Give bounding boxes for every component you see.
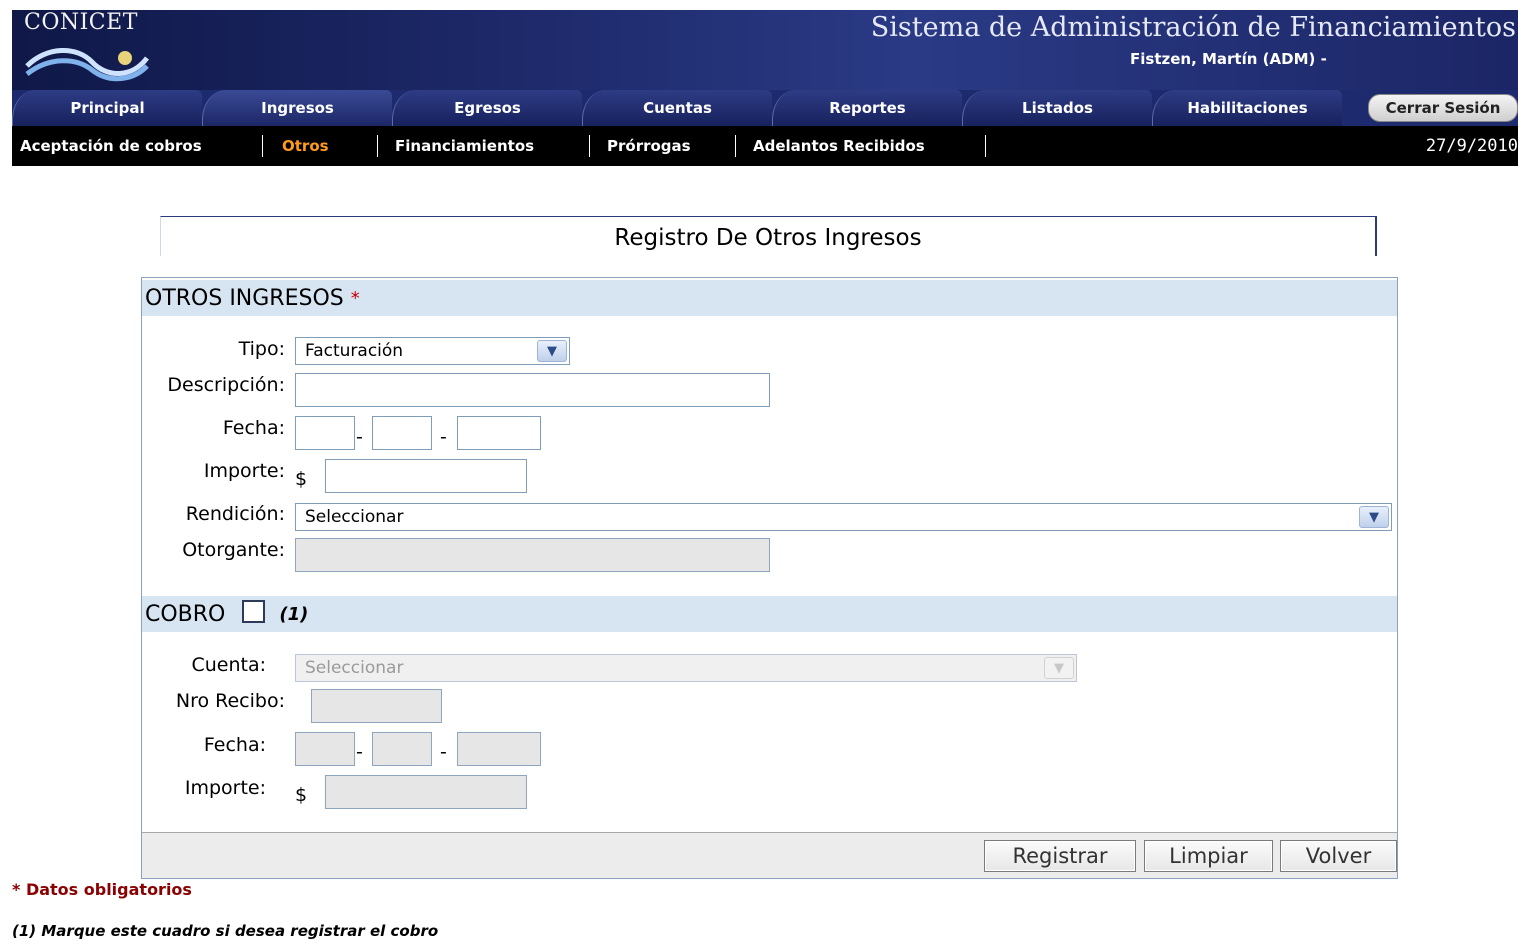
app-header: CONICET Sistema de Administración de Fin… (12, 10, 1518, 90)
currency-symbol: $ (295, 784, 308, 806)
cobro-importe-input[interactable] (325, 775, 527, 809)
subnav-separator (735, 135, 736, 157)
tab-listados[interactable]: Listados (962, 90, 1152, 126)
subnav-otros[interactable]: Otros (282, 137, 329, 155)
descripcion-input[interactable] (295, 373, 770, 407)
otorgante-label: Otorgante: (182, 539, 285, 561)
rendicion-select[interactable]: Seleccionar ▼ (295, 503, 1392, 531)
main-tabs: Principal Ingresos Egresos Cuentas Repor… (12, 90, 1518, 126)
cobro-importe-label: Importe: (184, 777, 266, 799)
importe-input[interactable] (325, 459, 527, 493)
required-fields-note: * Datos obligatorios (12, 880, 192, 899)
tab-cuentas[interactable]: Cuentas (582, 90, 772, 126)
recibo-input[interactable] (311, 689, 442, 723)
fecha-year-input[interactable] (457, 416, 541, 450)
limpiar-button[interactable]: Limpiar (1144, 840, 1273, 872)
tab-label: Principal (70, 99, 145, 117)
subnav-separator (985, 135, 986, 157)
user-name: Fistzen, Martín (ADM) - (1130, 50, 1327, 68)
subnav-aceptacion-cobros[interactable]: Aceptación de cobros (20, 137, 202, 155)
form-panel: OTROS INGRESOS * Tipo: Facturación ▼ Des… (141, 277, 1398, 879)
tab-label: Ingresos (261, 99, 334, 117)
subnav-separator (377, 135, 378, 157)
page-title-box: Registro De Otros Ingresos (160, 216, 1377, 256)
cobro-header: COBRO (1) (142, 596, 1397, 632)
tab-label: Habilitaciones (1187, 99, 1308, 117)
recibo-label: Nro Recibo: (175, 690, 285, 712)
descripcion-label: Descripción: (167, 374, 285, 396)
tab-principal[interactable]: Principal (12, 90, 202, 126)
cobro-fecha-month-input[interactable] (372, 732, 432, 766)
date-separator: - (356, 741, 363, 763)
subnav-separator (589, 135, 590, 157)
tab-label: Reportes (829, 99, 906, 117)
subnav-separator (262, 135, 263, 157)
tab-habilitaciones[interactable]: Habilitaciones (1152, 90, 1342, 126)
cobro-checkbox[interactable] (242, 599, 266, 623)
currency-symbol: $ (295, 468, 308, 490)
cuenta-selected-value: Seleccionar (305, 658, 404, 678)
page-title: Registro De Otros Ingresos (614, 225, 922, 251)
date-separator: - (356, 426, 363, 448)
logo-text: CONICET (24, 10, 138, 35)
section-title: COBRO (145, 601, 226, 627)
tab-ingresos[interactable]: Ingresos (202, 90, 392, 126)
cobro-note-ref: (1) (279, 603, 309, 625)
required-mark: * (350, 287, 360, 309)
fecha-month-input[interactable] (372, 416, 432, 450)
current-date: 27/9/2010 (1425, 136, 1518, 156)
tab-label: Listados (1022, 99, 1093, 117)
chevron-down-icon[interactable]: ▼ (1359, 506, 1389, 528)
tipo-label: Tipo: (238, 338, 285, 360)
tipo-selected-value: Facturación (305, 341, 404, 361)
conicet-logo-icon (25, 48, 149, 82)
cobro-fecha-label: Fecha: (203, 734, 266, 756)
tab-egresos[interactable]: Egresos (392, 90, 582, 126)
fecha-day-input[interactable] (295, 416, 355, 450)
registrar-button[interactable]: Registrar (984, 840, 1136, 872)
date-separator: - (440, 741, 447, 763)
chevron-down-icon[interactable]: ▼ (537, 340, 567, 362)
cuenta-select[interactable]: Seleccionar ▼ (295, 654, 1077, 682)
cobro-fecha-day-input[interactable] (295, 732, 355, 766)
subnav-adelantos-recibidos[interactable]: Adelantos Recibidos (753, 137, 925, 155)
date-separator: - (440, 426, 447, 448)
fecha-label: Fecha: (222, 417, 285, 439)
subnav-prorrogas[interactable]: Prórrogas (607, 137, 691, 155)
logout-button[interactable]: Cerrar Sesión (1368, 94, 1518, 122)
tab-label: Cuentas (643, 99, 712, 117)
tipo-select[interactable]: Facturación ▼ (295, 337, 570, 365)
rendicion-selected-value: Seleccionar (305, 507, 404, 527)
tab-label: Egresos (454, 99, 521, 117)
chevron-down-icon: ▼ (1044, 657, 1074, 679)
otros-ingresos-header: OTROS INGRESOS * (142, 280, 1397, 316)
importe-label: Importe: (203, 460, 285, 482)
cuenta-label: Cuenta: (191, 654, 266, 676)
system-title: Sistema de Administración de Financiamie… (870, 12, 1516, 43)
section-title: OTROS INGRESOS (145, 285, 344, 311)
subnav-financiamientos[interactable]: Financiamientos (395, 137, 534, 155)
cobro-fecha-year-input[interactable] (457, 732, 541, 766)
sub-navigation: Aceptación de cobros Otros Financiamient… (12, 126, 1518, 166)
volver-button[interactable]: Volver (1280, 840, 1397, 872)
tab-reportes[interactable]: Reportes (772, 90, 962, 126)
form-actions: Registrar Limpiar Volver (142, 832, 1397, 878)
rendicion-label: Rendición: (185, 503, 285, 525)
otorgante-input (295, 538, 770, 572)
cobro-footnote: (1) Marque este cuadro si desea registra… (12, 922, 439, 940)
